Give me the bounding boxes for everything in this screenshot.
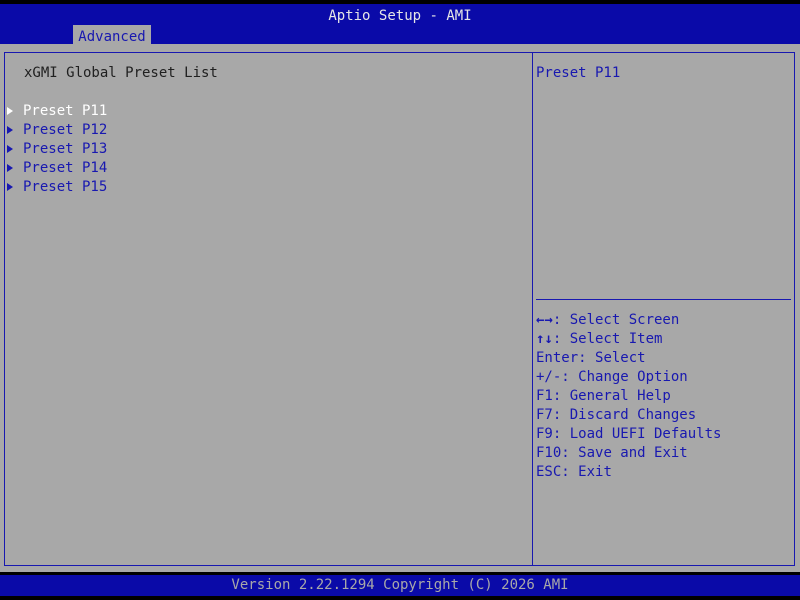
key-hint-exit: ESC: Exit <box>536 464 612 480</box>
key-hint-save-exit: F10: Save and Exit <box>536 445 688 461</box>
submenu-arrow-icon <box>7 183 13 191</box>
version-text: Version 2.22.1294 Copyright (C) 2026 AMI <box>231 577 569 593</box>
key-legend: ←→: Select Screen ↑↓: Select Item Enter:… <box>536 311 721 482</box>
main-panel: xGMI Global Preset List Preset P11 Prese… <box>0 44 800 572</box>
submenu-arrow-icon <box>7 164 13 172</box>
panel-divider <box>532 53 533 565</box>
page-heading: xGMI Global Preset List <box>24 65 218 81</box>
menu-item-label: Preset P13 <box>23 141 108 157</box>
arrows-left-right-icon: ←→ <box>536 312 553 328</box>
menu-item-preset-p13[interactable]: Preset P13 <box>7 140 107 159</box>
setup-frame: xGMI Global Preset List Preset P11 Prese… <box>4 52 795 566</box>
menu-item-preset-p14[interactable]: Preset P14 <box>7 159 107 178</box>
menu-item-preset-p11[interactable]: Preset P11 <box>7 102 107 121</box>
menu-item-preset-p15[interactable]: Preset P15 <box>7 178 107 197</box>
app-title: Aptio Setup - AMI <box>328 8 472 24</box>
menu-item-label: Preset P14 <box>23 160 108 176</box>
key-hint-select-screen: ←→: Select Screen <box>536 312 680 328</box>
menu-item-label: Preset P15 <box>23 179 108 195</box>
help-divider <box>536 299 791 300</box>
title-bar: Aptio Setup - AMI Advanced <box>0 4 800 48</box>
menu-item-label: Preset P12 <box>23 122 108 138</box>
status-bar: Version 2.22.1294 Copyright (C) 2026 AMI <box>0 575 800 596</box>
key-hint-select-item: ↑↓: Select Item <box>536 331 663 347</box>
submenu-arrow-icon <box>7 145 13 153</box>
arrows-up-down-icon: ↑↓ <box>536 331 553 347</box>
menu-item-preset-p12[interactable]: Preset P12 <box>7 121 107 140</box>
submenu-arrow-icon <box>7 107 13 115</box>
key-hint-change-option: +/-: Change Option <box>536 369 688 385</box>
key-hint-general-help: F1: General Help <box>536 388 671 404</box>
key-hint-discard-changes: F7: Discard Changes <box>536 407 697 423</box>
help-description: Preset P11 <box>536 65 621 81</box>
menu-item-label: Preset P11 <box>23 103 108 119</box>
submenu-arrow-icon <box>7 126 13 134</box>
key-hint-enter: Enter: Select <box>536 350 646 366</box>
key-hint-load-defaults: F9: Load UEFI Defaults <box>536 426 722 442</box>
